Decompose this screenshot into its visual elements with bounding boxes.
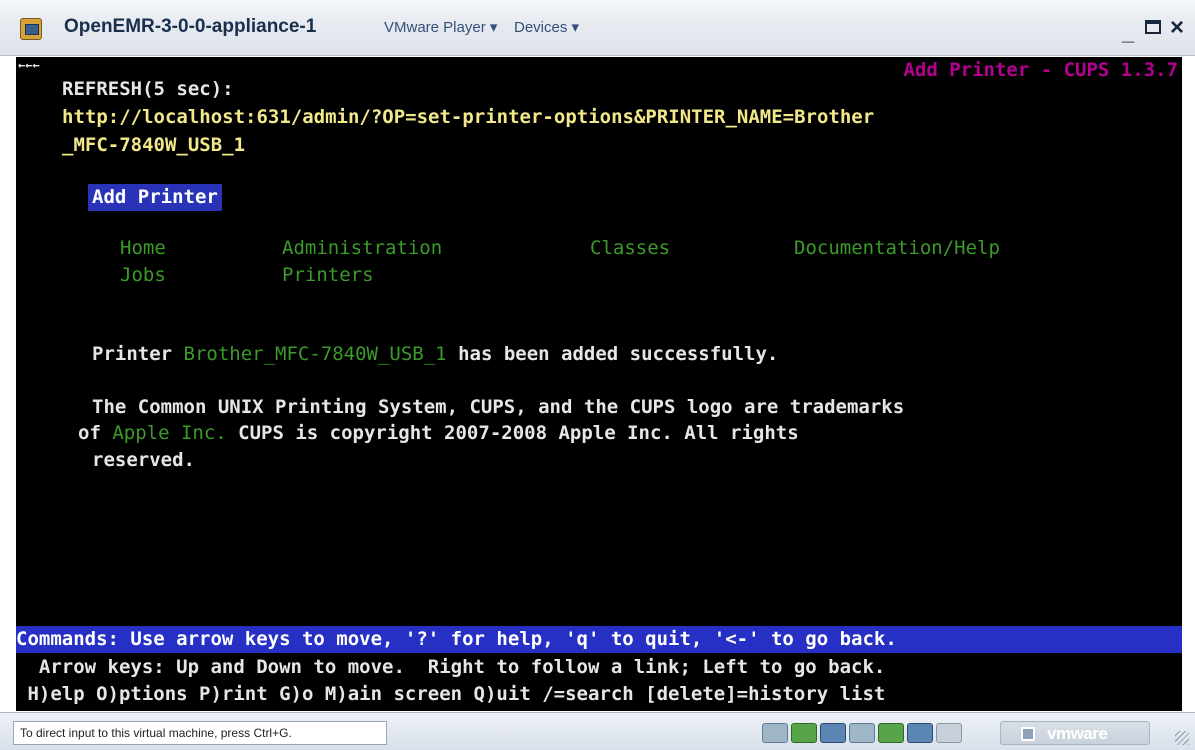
nav-link-printers[interactable]: Printers: [282, 262, 374, 289]
vmware-app-icon: [20, 18, 42, 40]
refresh-url-line-1[interactable]: http://localhost:631/admin/?OP=set-print…: [62, 104, 874, 131]
footer-copyright: CUPS is copyright 2007-2008 Apple Inc. A…: [226, 422, 799, 444]
add-printer-link-selected[interactable]: Add Printer: [88, 184, 222, 211]
hard-disk-icon[interactable]: [762, 723, 788, 743]
success-suffix: has been added successfully.: [446, 343, 779, 365]
apple-inc-link[interactable]: Apple Inc.: [112, 422, 226, 444]
network-icon[interactable]: [849, 723, 875, 743]
footer-line-1: The Common UNIX Printing System, CUPS, a…: [92, 396, 905, 418]
printer-name-link[interactable]: Brother_MFC-7840W_USB_1: [184, 343, 447, 365]
vmware-logo-box: vmware: [1000, 721, 1150, 745]
nav-link-administration[interactable]: Administration: [282, 235, 442, 262]
floppy-icon[interactable]: [820, 723, 846, 743]
nav-link-jobs[interactable]: Jobs: [120, 262, 166, 289]
nav-link-classes[interactable]: Classes: [590, 235, 670, 262]
footer-of: of: [78, 422, 113, 444]
close-button[interactable]: ×: [1170, 14, 1184, 42]
devices-menu[interactable]: Devices ▾: [514, 18, 579, 36]
cd-rom-icon[interactable]: [791, 723, 817, 743]
maximize-button[interactable]: [1145, 20, 1161, 34]
refresh-url-line-2[interactable]: _MFC-7840W_USB_1: [62, 132, 245, 159]
footer-line-2: of Apple Inc. CUPS is copyright 2007-200…: [78, 420, 799, 447]
help-line-1: Arrow keys: Up and Down to move. Right t…: [16, 656, 886, 678]
vmware-statusbar: To direct input to this virtual machine,…: [0, 712, 1195, 750]
footer-line-3: reserved.: [92, 449, 195, 471]
page-title: Add Printer - CUPS 1.3.7: [903, 59, 1178, 81]
resize-grip-icon[interactable]: [1175, 731, 1189, 745]
nav-link-home[interactable]: Home: [120, 235, 166, 262]
nav-link-documentation-help[interactable]: Documentation/Help: [794, 235, 1000, 262]
sound-icon[interactable]: [936, 723, 962, 743]
help-line-2: H)elp O)ptions P)rint G)o M)ain screen Q…: [16, 683, 886, 705]
back-arrow-icon: ←←←: [18, 58, 40, 72]
success-message: Printer Brother_MFC-7840W_USB_1 has been…: [92, 341, 778, 368]
vmware-square-icon: [1021, 727, 1035, 741]
minimize-button[interactable]: _: [1122, 20, 1134, 46]
command-status-bar: Commands: Use arrow keys to move, '?' fo…: [16, 626, 1182, 653]
usb-icon[interactable]: [878, 723, 904, 743]
device-icons: [762, 723, 962, 745]
window-title: OpenEMR-3-0-0-appliance-1: [64, 16, 317, 37]
vmware-player-menu[interactable]: VMware Player ▾: [384, 18, 497, 36]
refresh-label: REFRESH(5 sec):: [62, 78, 234, 100]
vmware-logo: vmware: [1047, 724, 1108, 743]
printer-icon[interactable]: [907, 723, 933, 743]
input-hint: To direct input to this virtual machine,…: [13, 721, 387, 745]
success-prefix: Printer: [92, 343, 184, 365]
terminal-screen[interactable]: ←←← Add Printer - CUPS 1.3.7 REFRESH(5 s…: [16, 57, 1182, 711]
window-titlebar: OpenEMR-3-0-0-appliance-1 VMware Player …: [0, 0, 1195, 56]
